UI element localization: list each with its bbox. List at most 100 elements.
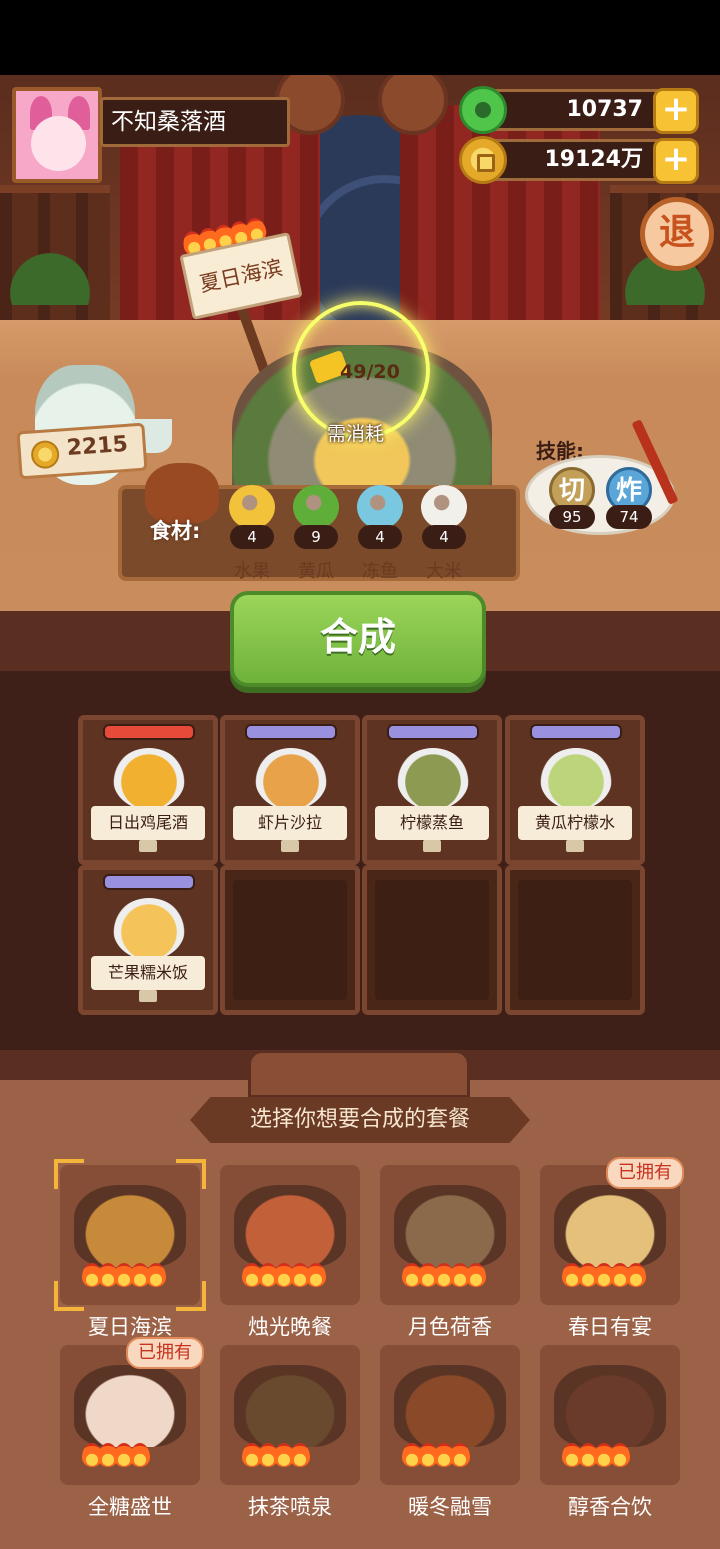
- dish-name: 芒果糯米饭: [91, 956, 205, 990]
- dish-quality-bar: [245, 724, 337, 740]
- dish-quality-bar: [103, 874, 195, 890]
- combine-button[interactable]: 合成: [230, 591, 486, 687]
- set-card[interactable]: 暖冬融雪: [380, 1345, 520, 1519]
- add-jade-button[interactable]: +: [653, 88, 699, 134]
- flame-icon: [306, 1263, 326, 1287]
- set-name: 月色荷香: [408, 1315, 492, 1339]
- ingredient-count: 9: [294, 525, 338, 549]
- dish-slot[interactable]: 虾片沙拉: [220, 715, 360, 865]
- set-card[interactable]: 烛光晚餐: [220, 1165, 360, 1339]
- ingredients-title: 食材:: [150, 519, 201, 543]
- flame-icon: [130, 1443, 150, 1467]
- difficulty-flames: [562, 1443, 630, 1471]
- choose-set-title: 选择你想要合成的套餐: [249, 1107, 470, 1132]
- slot-interior: [233, 880, 347, 1000]
- dish-tag: [281, 840, 299, 852]
- dish-name: 黄瓜柠檬水: [518, 806, 632, 840]
- add-coins-button[interactable]: +: [653, 138, 699, 184]
- ingredient-count: 4: [358, 525, 402, 549]
- difficulty-flames: [402, 1443, 470, 1471]
- quit-button[interactable]: 退: [640, 197, 714, 271]
- coin-amount: 19124万: [544, 147, 643, 172]
- empty-dish-slot: [505, 865, 645, 1015]
- ingredient-count: 4: [422, 525, 466, 549]
- skill-fry-value: 74: [606, 505, 652, 529]
- difficulty-flames: [82, 1263, 166, 1291]
- cost-label: 需消耗: [327, 423, 385, 445]
- dish-tag: [139, 990, 157, 1002]
- flame-icon: [450, 1443, 470, 1467]
- set-card[interactable]: 月色荷香: [380, 1165, 520, 1339]
- bank-coin-amount: 2215: [65, 431, 129, 462]
- set-meal-icon: [394, 1185, 506, 1267]
- ingredient-name: 大米: [426, 561, 462, 582]
- difficulty-flames: [82, 1443, 150, 1471]
- ingredient-item[interactable]: 4 冻鱼: [354, 485, 406, 582]
- set-meal-icon: [234, 1365, 346, 1447]
- avatar-face: [31, 116, 86, 171]
- status-bar-area: [0, 0, 720, 75]
- set-meal-icon: [74, 1185, 186, 1267]
- owned-badge: 已拥有: [126, 1337, 204, 1369]
- difficulty-flames: [562, 1263, 646, 1291]
- difficulty-flames: [242, 1263, 326, 1291]
- ingredient-name: 黄瓜: [298, 561, 334, 582]
- set-name: 暖冬融雪: [408, 1495, 492, 1519]
- set-card[interactable]: 醇香合饮: [540, 1345, 680, 1519]
- ingredient-item[interactable]: 4 大米: [418, 485, 470, 582]
- bank-coins[interactable]: 2215: [16, 422, 148, 480]
- dish-name: 柠檬蒸鱼: [375, 806, 489, 840]
- set-meal-icon: [394, 1365, 506, 1447]
- dish-slot[interactable]: 柠檬蒸鱼: [362, 715, 502, 865]
- flame-icon: [290, 1443, 310, 1467]
- selection-corner: [176, 1159, 206, 1189]
- dish-slot[interactable]: 黄瓜柠檬水: [505, 715, 645, 865]
- ingredient-item[interactable]: 9 黄瓜: [290, 485, 342, 582]
- pot-icon: [145, 463, 219, 523]
- ingredient-item[interactable]: 4 水果: [226, 485, 278, 582]
- set-meal-icon: [554, 1365, 666, 1447]
- dish-icon: [540, 748, 612, 810]
- ingredient-count: 4: [230, 525, 274, 549]
- set-card[interactable]: 全糖盛世 已拥有: [60, 1337, 204, 1519]
- set-card[interactable]: 夏日海滨: [54, 1159, 206, 1339]
- player-name-box: 不知桑落酒: [100, 97, 290, 147]
- dish-quality-bar: [530, 724, 622, 740]
- selection-corner: [54, 1159, 84, 1189]
- set-meal-icon: [74, 1365, 186, 1447]
- coin-counter: 19124万 +: [459, 136, 699, 184]
- flame-icon: [626, 1263, 646, 1287]
- ingredient-name: 水果: [234, 561, 270, 582]
- slot-interior: [375, 880, 489, 1000]
- dish-quality-bar: [387, 724, 479, 740]
- dish-icon: [255, 748, 327, 810]
- frozen-fish-icon: [357, 485, 403, 529]
- jade-counter: 10737 +: [459, 86, 699, 134]
- dish-icon: [113, 898, 185, 960]
- empty-dish-slot: [362, 865, 502, 1015]
- set-card[interactable]: 春日有宴 已拥有: [540, 1157, 684, 1339]
- flame-icon: [146, 1263, 166, 1287]
- set-meal-icon: [234, 1185, 346, 1267]
- jade-icon: [459, 86, 507, 134]
- player-avatar[interactable]: [12, 87, 102, 183]
- set-name: 全糖盛世: [88, 1495, 172, 1519]
- dish-slot[interactable]: 日出鸡尾酒: [78, 715, 218, 865]
- set-name: 春日有宴: [568, 1315, 652, 1339]
- set-name: 烛光晚餐: [248, 1315, 332, 1339]
- cost-progress: 49/20: [340, 361, 400, 383]
- slot-interior: [518, 880, 632, 1000]
- dish-slot[interactable]: 芒果糯米饭: [78, 865, 218, 1015]
- set-card[interactable]: 抹茶喷泉: [220, 1345, 360, 1519]
- dish-quality-bar: [103, 724, 195, 740]
- set-name: 抹茶喷泉: [248, 1495, 332, 1519]
- panel-handle[interactable]: [248, 1050, 470, 1098]
- choose-set-banner: 选择你想要合成的套餐: [190, 1097, 530, 1143]
- empty-dish-slot: [220, 865, 360, 1015]
- combine-label: 合成: [319, 615, 396, 659]
- player-name: 不知桑落酒: [111, 109, 226, 135]
- set-meal-icon: [554, 1185, 666, 1267]
- dish-name: 虾片沙拉: [233, 806, 347, 840]
- cucumber-icon: [293, 485, 339, 529]
- set-name: 醇香合饮: [568, 1495, 652, 1519]
